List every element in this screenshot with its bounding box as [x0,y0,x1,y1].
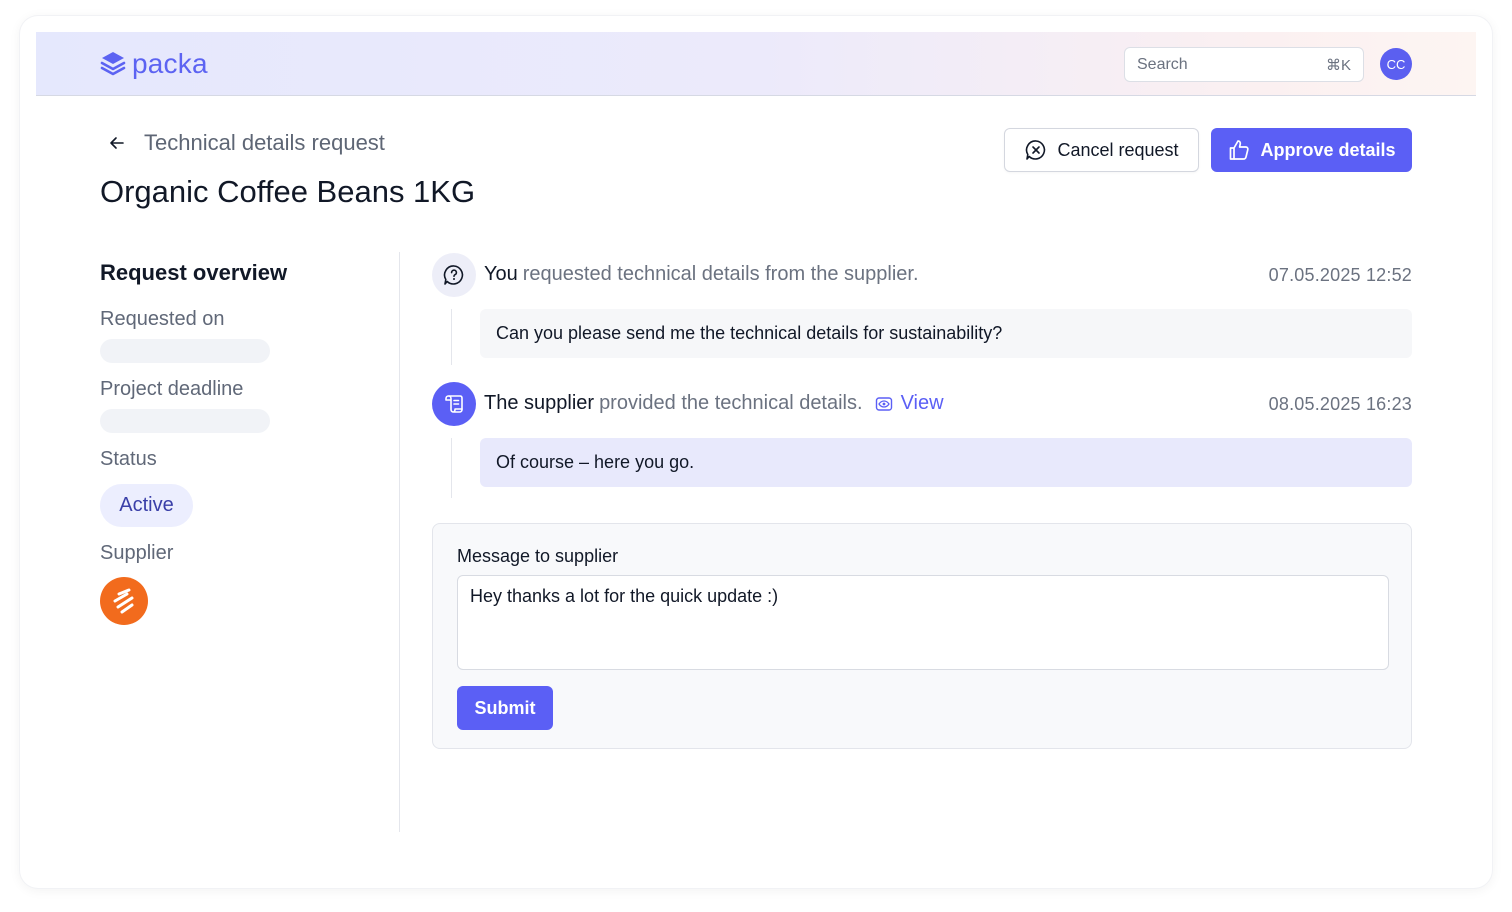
project-deadline-label: Project deadline [100,378,244,400]
thumbs-up-icon [1230,140,1250,160]
requested-on-label: Requested on [100,308,225,330]
view-details-link[interactable]: View [875,392,944,415]
timeline-event-icon [432,253,476,297]
eye-icon [875,396,892,411]
search-shortcut-hint: ⌘K [1325,56,1351,74]
thread-connector [451,309,452,365]
column-divider [399,252,400,832]
cancel-request-label: Cancel request [1057,139,1179,160]
cancel-request-button[interactable]: Cancel request [1004,128,1199,172]
event-timestamp: 07.05.2025 12:52 [1268,265,1412,285]
user-avatar[interactable]: CC [1380,48,1412,80]
chat-question-icon [443,265,464,285]
request-overview-heading: Request overview [100,260,288,285]
supplier-label: Supplier [100,542,174,564]
event-action: provided the technical details. [599,392,863,414]
project-deadline-placeholder [100,409,270,433]
thread-connector [451,438,452,498]
message-text: Can you please send me the technical det… [496,323,1003,343]
approve-details-button[interactable]: Approve details [1211,128,1412,172]
message-textarea[interactable]: Hey thanks a lot for the quick update :) [457,575,1389,670]
brand-logo[interactable]: packa [100,48,208,80]
arrow-left-icon[interactable] [108,134,126,152]
message-bubble-reply: Of course – here you go. [480,438,1412,487]
breadcrumb-label: Technical details request [144,130,385,155]
approve-details-label: Approve details [1260,139,1396,160]
event-actor: The supplier [484,392,595,414]
view-link-label: View [900,392,944,414]
brand-name: packa [132,48,208,79]
supplier-avatar[interactable] [100,577,148,625]
timeline-event-text: You requested technical details from the… [484,263,919,286]
chat-cancel-icon [1026,140,1046,160]
app-window: packa Search ⌘K CC Technical details req… [20,16,1492,888]
stacked-layers-icon [100,52,126,76]
scroll-document-icon [445,395,463,413]
event-action: requested technical details from the sup… [522,263,919,285]
supplier-logo-icon [113,588,134,614]
submit-button[interactable]: Submit [457,686,553,730]
event-timestamp: 08.05.2025 16:23 [1268,394,1412,414]
search-placeholder: Search [1137,55,1188,73]
event-actor: You [484,263,518,285]
status-badge: Active [100,484,193,527]
message-composer: Message to supplier Hey thanks a lot for… [432,523,1412,749]
timeline-event-icon [432,382,476,426]
search-input[interactable]: Search ⌘K [1124,47,1364,82]
message-to-supplier-label: Message to supplier [457,546,619,566]
message-bubble-request: Can you please send me the technical det… [480,309,1412,358]
requested-on-placeholder [100,339,270,363]
breadcrumb: Technical details request [108,130,385,156]
page-title: Organic Coffee Beans 1KG [100,174,476,209]
status-label: Status [100,448,157,470]
timeline-event-text: The supplier provided the technical deta… [484,392,944,415]
message-text: Of course – here you go. [496,452,695,472]
top-navigation-bar: packa Search ⌘K CC [36,32,1476,96]
